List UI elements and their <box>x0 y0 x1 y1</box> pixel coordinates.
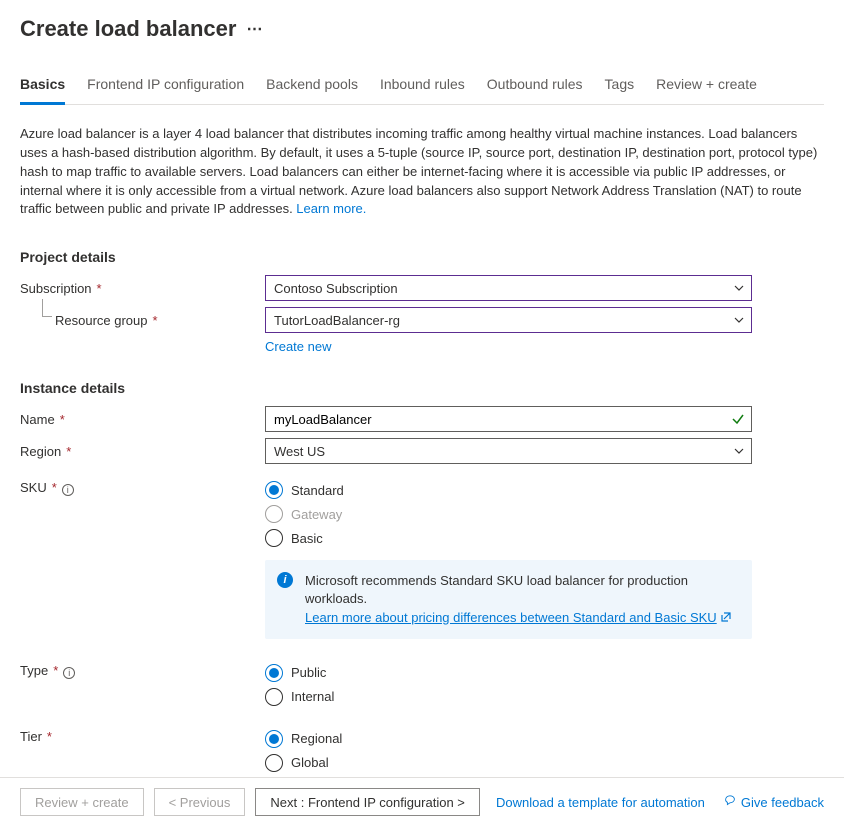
info-icon[interactable]: i <box>62 484 74 496</box>
footer-bar: Review + create < Previous Next : Fronte… <box>0 777 844 826</box>
chevron-down-icon <box>733 282 745 294</box>
name-label: Name* <box>20 406 265 427</box>
subscription-dropdown[interactable]: Contoso Subscription <box>265 275 752 301</box>
sku-option-standard[interactable]: Standard <box>265 478 752 502</box>
instance-details-heading: Instance details <box>20 380 824 396</box>
next-button[interactable]: Next : Frontend IP configuration > <box>255 788 480 816</box>
tabs-bar: Basics Frontend IP configuration Backend… <box>20 70 824 105</box>
sku-radio-group: Standard Gateway Basic <box>265 474 752 550</box>
check-icon <box>731 412 745 426</box>
learn-more-link[interactable]: Learn more. <box>296 201 366 216</box>
info-icon[interactable]: i <box>63 667 75 679</box>
page-title-text: Create load balancer <box>20 16 236 42</box>
sku-pricing-link[interactable]: Learn more about pricing differences bet… <box>305 610 731 625</box>
chevron-down-icon <box>733 314 745 326</box>
previous-button: < Previous <box>154 788 246 816</box>
sku-option-basic[interactable]: Basic <box>265 526 752 550</box>
region-dropdown[interactable]: West US <box>265 438 752 464</box>
tab-tags[interactable]: Tags <box>605 70 635 105</box>
type-option-internal[interactable]: Internal <box>265 685 752 709</box>
intro-text: Azure load balancer is a layer 4 load ba… <box>20 121 824 231</box>
sku-recommendation-box: i Microsoft recommends Standard SKU load… <box>265 560 752 639</box>
chevron-down-icon <box>733 445 745 457</box>
type-option-public[interactable]: Public <box>265 661 752 685</box>
page-title: Create load balancer ⋯ <box>20 16 824 42</box>
hierarchy-connector-icon <box>42 299 52 317</box>
tab-frontend-ip[interactable]: Frontend IP configuration <box>87 70 244 105</box>
sku-option-gateway: Gateway <box>265 502 752 526</box>
give-feedback-link[interactable]: Give feedback <box>723 794 824 811</box>
project-details-heading: Project details <box>20 249 824 265</box>
tab-inbound-rules[interactable]: Inbound rules <box>380 70 465 105</box>
tab-backend-pools[interactable]: Backend pools <box>266 70 358 105</box>
tab-review-create[interactable]: Review + create <box>656 70 757 105</box>
sku-label: SKU* i <box>20 474 265 495</box>
tier-radio-group: Regional Global <box>265 723 752 775</box>
type-radio-group: Public Internal <box>265 657 752 709</box>
tier-label: Tier* <box>20 723 265 744</box>
create-new-link[interactable]: Create new <box>265 339 331 354</box>
tab-basics[interactable]: Basics <box>20 70 65 105</box>
tier-option-regional[interactable]: Regional <box>265 727 752 751</box>
review-create-button: Review + create <box>20 788 144 816</box>
more-actions-icon[interactable]: ⋯ <box>246 19 263 39</box>
external-link-icon <box>721 609 731 627</box>
resource-group-label: Resource group* <box>20 307 265 328</box>
region-label: Region* <box>20 438 265 459</box>
tab-outbound-rules[interactable]: Outbound rules <box>487 70 583 105</box>
download-template-link[interactable]: Download a template for automation <box>496 795 705 810</box>
subscription-label: Subscription* <box>20 275 265 296</box>
type-label: Type* i <box>20 657 265 678</box>
tier-option-global[interactable]: Global <box>265 751 752 775</box>
name-input[interactable] <box>265 406 752 432</box>
feedback-icon <box>723 794 737 811</box>
info-icon: i <box>277 572 293 588</box>
resource-group-dropdown[interactable]: TutorLoadBalancer-rg <box>265 307 752 333</box>
